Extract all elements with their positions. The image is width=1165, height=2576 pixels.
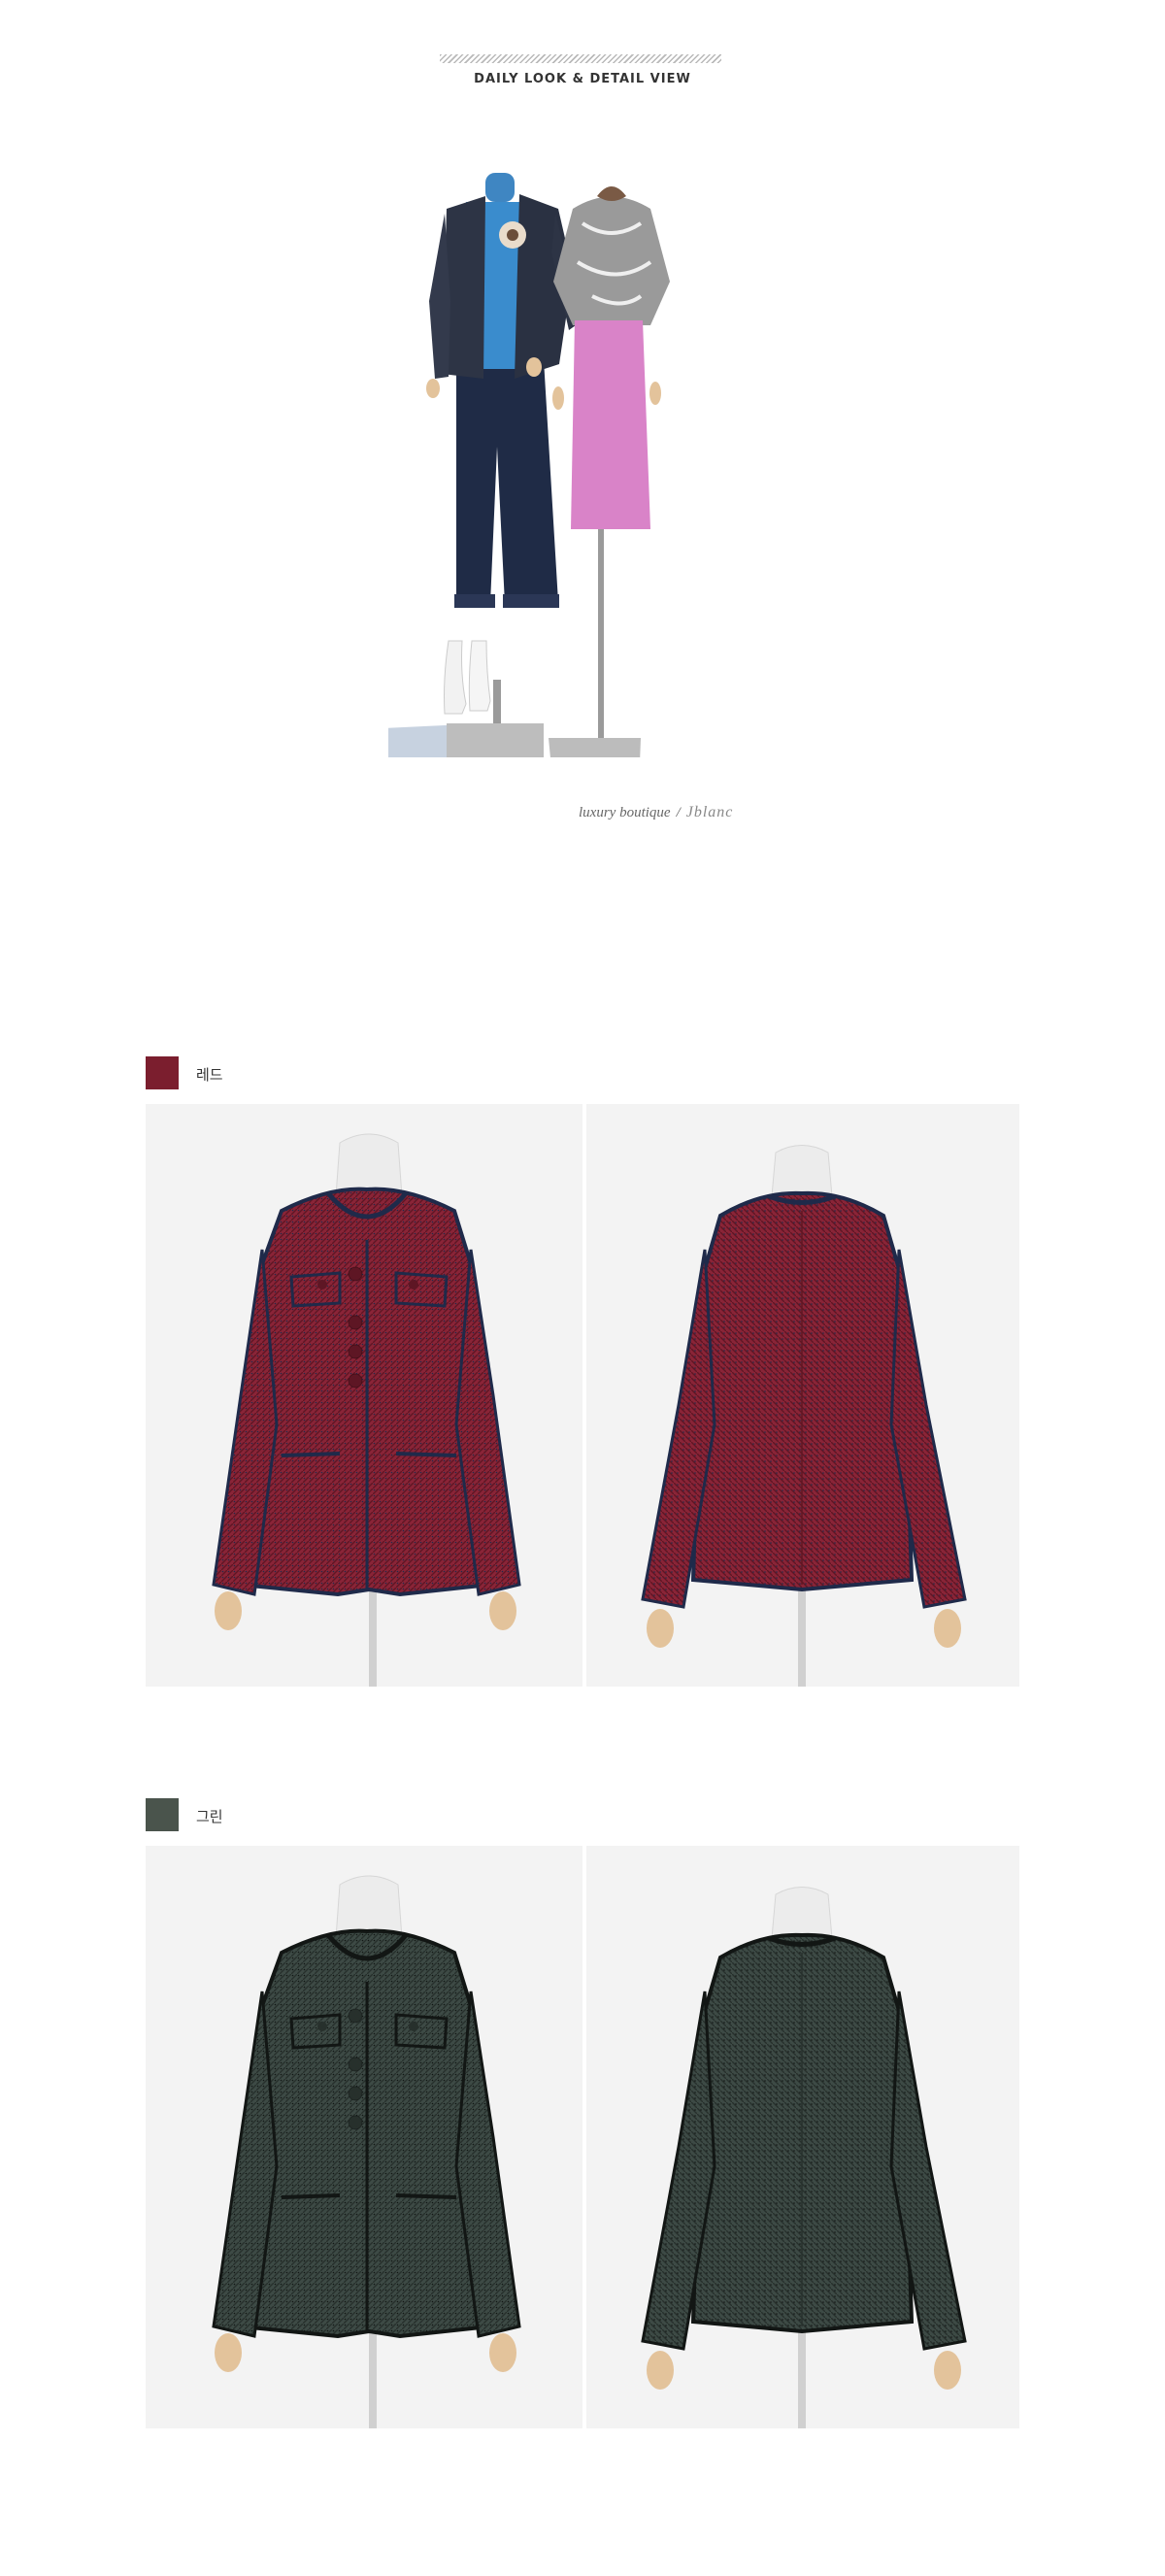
mannequin-neck (771, 1887, 833, 1939)
jacket-hip-pocket (395, 1452, 457, 1457)
mannequin-stand (798, 1580, 806, 1687)
jacket-hip-pocket (281, 1452, 341, 1457)
jacket-back-green-image (586, 1846, 1019, 2428)
mannequin-neck (335, 1133, 403, 1197)
jacket-back-photo-red (586, 1104, 1019, 1687)
mannequin-hand (489, 1591, 516, 1630)
color-label-green: 그린 (196, 1808, 223, 1825)
jacket-back-photo-green (586, 1846, 1019, 2428)
jacket-button (348, 2086, 363, 2101)
tagline-separator: / (676, 805, 681, 820)
color-label-red: 레드 (196, 1066, 223, 1084)
mannequin-hand (215, 2333, 242, 2372)
jacket-front-photo-green (146, 1846, 582, 2428)
brand-tagline: luxury boutique / Jblanc (579, 804, 733, 821)
jacket-button (348, 1373, 363, 1388)
mannequin-hand (215, 1591, 242, 1630)
jacket-button (348, 1344, 363, 1359)
jacket-button (348, 1266, 363, 1282)
mannequin-hand (647, 2351, 674, 2390)
mannequin-hand (647, 1609, 674, 1648)
jacket-button (348, 2057, 363, 2072)
color-swatch-green (146, 1798, 179, 1831)
jacket-hip-pocket (281, 2193, 341, 2199)
mannequin-stand (798, 2322, 806, 2428)
mannequin-hand (934, 1609, 961, 1648)
mannequin-hand (489, 2333, 516, 2372)
mannequin-neck (771, 1145, 833, 1197)
color-swatch-red (146, 1056, 179, 1089)
jacket-front-red-image (146, 1104, 582, 1687)
mannequin-hand (934, 2351, 961, 2390)
jacket-button (348, 1315, 363, 1330)
jacket-button (348, 2008, 363, 2024)
jacket-back-red-image (586, 1104, 1019, 1687)
jacket-hip-pocket (395, 2193, 457, 2199)
jacket-button (348, 2115, 363, 2130)
tagline-text: luxury boutique (579, 805, 671, 820)
mannequin-right (549, 186, 670, 757)
brand-signature: Jblanc (685, 804, 734, 820)
page-title: DAILY LOOK & DETAIL VIEW (474, 72, 691, 86)
lookbook-hero-image (388, 155, 777, 757)
mannequin-left (388, 173, 582, 757)
jacket-front-green-image (146, 1846, 582, 2428)
jacket-front-photo-red (146, 1104, 582, 1687)
header-hatch-divider (440, 54, 721, 63)
mannequin-neck (335, 1875, 403, 1939)
